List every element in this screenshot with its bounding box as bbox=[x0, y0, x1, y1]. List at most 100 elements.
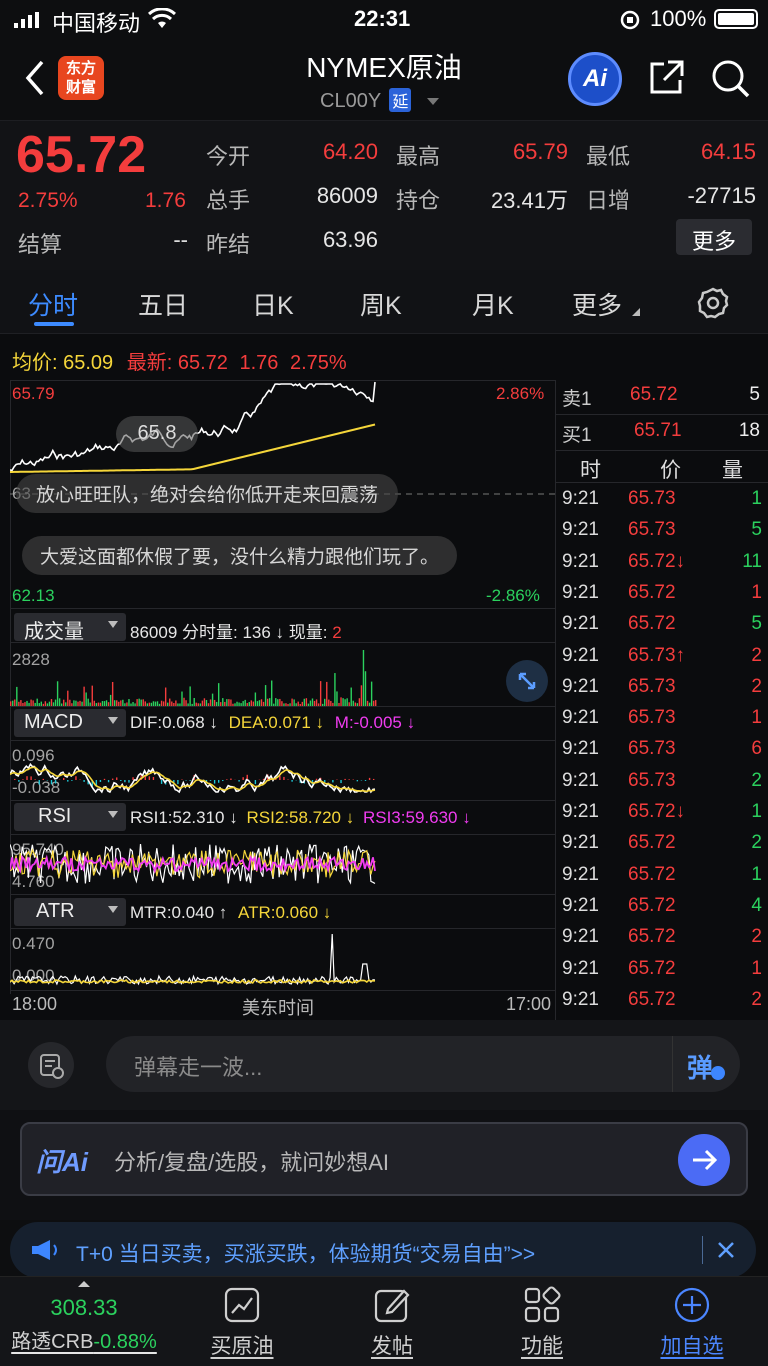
tab-intraday[interactable]: 分时 bbox=[28, 286, 78, 322]
volume-bar bbox=[158, 703, 161, 706]
volume-bar bbox=[217, 683, 220, 706]
more-button[interactable]: 更多 bbox=[676, 219, 752, 255]
volume-bar bbox=[71, 703, 73, 706]
low-label: 最低 bbox=[586, 144, 631, 169]
macd-histogram-bar bbox=[34, 779, 36, 780]
volume-bar bbox=[122, 699, 124, 706]
rsi1-line bbox=[10, 844, 376, 885]
promo-banner[interactable]: T+0 当日买卖，买涨买跌，体验期货“交易自由”>> bbox=[10, 1222, 756, 1278]
macd-histogram-bar bbox=[185, 780, 187, 781]
volume-bar bbox=[262, 701, 265, 706]
danmu-settings-icon[interactable] bbox=[28, 1042, 74, 1088]
volume-bar bbox=[150, 702, 153, 706]
volume-bar bbox=[142, 699, 144, 706]
volume-bar bbox=[358, 698, 361, 706]
ai-send-button[interactable] bbox=[678, 1134, 730, 1186]
contract-code[interactable]: CL00Y 延 bbox=[320, 88, 439, 113]
volume-bar bbox=[120, 700, 122, 706]
volume-bar bbox=[224, 701, 226, 706]
volume-bar bbox=[199, 703, 202, 706]
ai-button[interactable]: Ai bbox=[568, 52, 622, 106]
volume-bar bbox=[281, 701, 283, 706]
rsi-indicator-select[interactable]: RSI bbox=[14, 803, 126, 831]
share-icon[interactable] bbox=[646, 58, 686, 103]
tick-row: 9:21 65.73 5 bbox=[562, 519, 762, 541]
volume-bar bbox=[30, 699, 32, 706]
macd-histogram-bar bbox=[111, 778, 114, 780]
tab-more[interactable]: 更多 bbox=[572, 286, 622, 322]
volume-bar bbox=[230, 699, 232, 706]
volume-bar bbox=[309, 700, 312, 706]
volume-bar bbox=[303, 698, 306, 706]
volume-bar bbox=[40, 701, 42, 706]
volume-indicator-select[interactable]: 成交量 bbox=[14, 613, 126, 643]
volume-bar bbox=[226, 699, 228, 706]
ai-input[interactable]: 问Ai 分析/复盘/选股，就问妙想AI bbox=[20, 1122, 748, 1196]
chevron-down-icon bbox=[108, 621, 118, 628]
volume-bar bbox=[67, 690, 69, 706]
macd-histogram-bar bbox=[160, 780, 163, 784]
atr-indicator-select[interactable]: ATR bbox=[14, 898, 126, 926]
volume-bar bbox=[12, 700, 14, 706]
tick-row: 9:21 65.73 2 bbox=[562, 675, 762, 697]
volume-bar bbox=[215, 701, 218, 706]
search-icon[interactable] bbox=[710, 58, 752, 105]
volume-bar bbox=[95, 703, 98, 706]
macd-histogram-bar bbox=[217, 780, 220, 783]
tab-monthly-k[interactable]: 月K bbox=[472, 286, 514, 322]
settings-icon[interactable] bbox=[696, 286, 730, 325]
volume-bar bbox=[116, 700, 118, 706]
macd-histogram-bar bbox=[103, 778, 106, 780]
volume-bar bbox=[232, 703, 234, 706]
nav-buy-oil[interactable]: 买原油 bbox=[190, 1277, 294, 1360]
tick-row: 9:21 65.73↑ 2 bbox=[562, 644, 762, 666]
macd-histogram-bar bbox=[238, 780, 240, 782]
bid-row: 买1 65.71 18 bbox=[562, 420, 760, 446]
volume-bar bbox=[319, 681, 322, 706]
tab-weekly-k[interactable]: 周K bbox=[360, 286, 402, 322]
macd-chart bbox=[10, 762, 376, 794]
danmu-input[interactable]: 弹幕走一波... 弹 bbox=[106, 1036, 740, 1092]
tab-five-day[interactable]: 五日 bbox=[138, 286, 188, 322]
megaphone-icon bbox=[30, 1238, 60, 1267]
volume-bar bbox=[266, 698, 269, 706]
macd-histogram-bar bbox=[116, 777, 118, 780]
nav-add-watchlist[interactable]: 加自选 bbox=[640, 1277, 744, 1360]
volume-bar bbox=[154, 701, 157, 706]
volume-bar bbox=[352, 700, 354, 706]
macd-indicator-select[interactable]: MACD bbox=[14, 709, 126, 737]
nav-post[interactable]: 发帖 bbox=[340, 1277, 444, 1360]
macd-histogram-bar bbox=[279, 776, 281, 780]
volume-bar bbox=[46, 703, 49, 706]
macd-histogram-bar bbox=[222, 780, 224, 782]
close-icon[interactable] bbox=[716, 1240, 736, 1265]
expand-chart-icon[interactable] bbox=[506, 660, 548, 702]
macd-histogram-bar bbox=[71, 780, 73, 781]
volume-bar bbox=[77, 701, 79, 706]
volume-bar bbox=[348, 702, 350, 706]
volume-bar bbox=[328, 699, 330, 706]
volume-bar bbox=[330, 700, 332, 706]
volume-bar bbox=[85, 692, 87, 706]
chevron-down-icon bbox=[426, 98, 439, 106]
nav-functions[interactable]: 功能 bbox=[490, 1277, 594, 1360]
send-danmu-button[interactable]: 弹 bbox=[672, 1036, 740, 1092]
x-axis-timezone: 美东时间 bbox=[242, 998, 314, 1018]
volume-bar bbox=[91, 685, 93, 706]
index-ticker[interactable]: 308.33 路透CRB-0.88% bbox=[0, 1277, 168, 1354]
volume-bar bbox=[191, 703, 193, 706]
volume-bar bbox=[372, 700, 375, 706]
volume-bar bbox=[103, 701, 106, 706]
volume-bar bbox=[285, 703, 287, 706]
open-interest-label: 持仓 bbox=[396, 188, 441, 213]
triangle-up-icon bbox=[78, 1281, 90, 1287]
chart-area: 均价: 65.09 最新: 65.72 1.76 2.75% 65.79 2.8… bbox=[0, 334, 768, 1020]
volume-bar bbox=[50, 699, 53, 706]
volume-bar bbox=[69, 699, 71, 706]
macd-histogram-bar bbox=[340, 780, 342, 784]
atr-readout: MTR:0.040 ↑ ATR:0.060 ↓ bbox=[130, 903, 332, 922]
tab-daily-k[interactable]: 日K bbox=[252, 286, 294, 322]
volume-bar bbox=[295, 703, 297, 706]
volume-bar bbox=[203, 698, 206, 706]
volume-bar bbox=[364, 671, 367, 706]
